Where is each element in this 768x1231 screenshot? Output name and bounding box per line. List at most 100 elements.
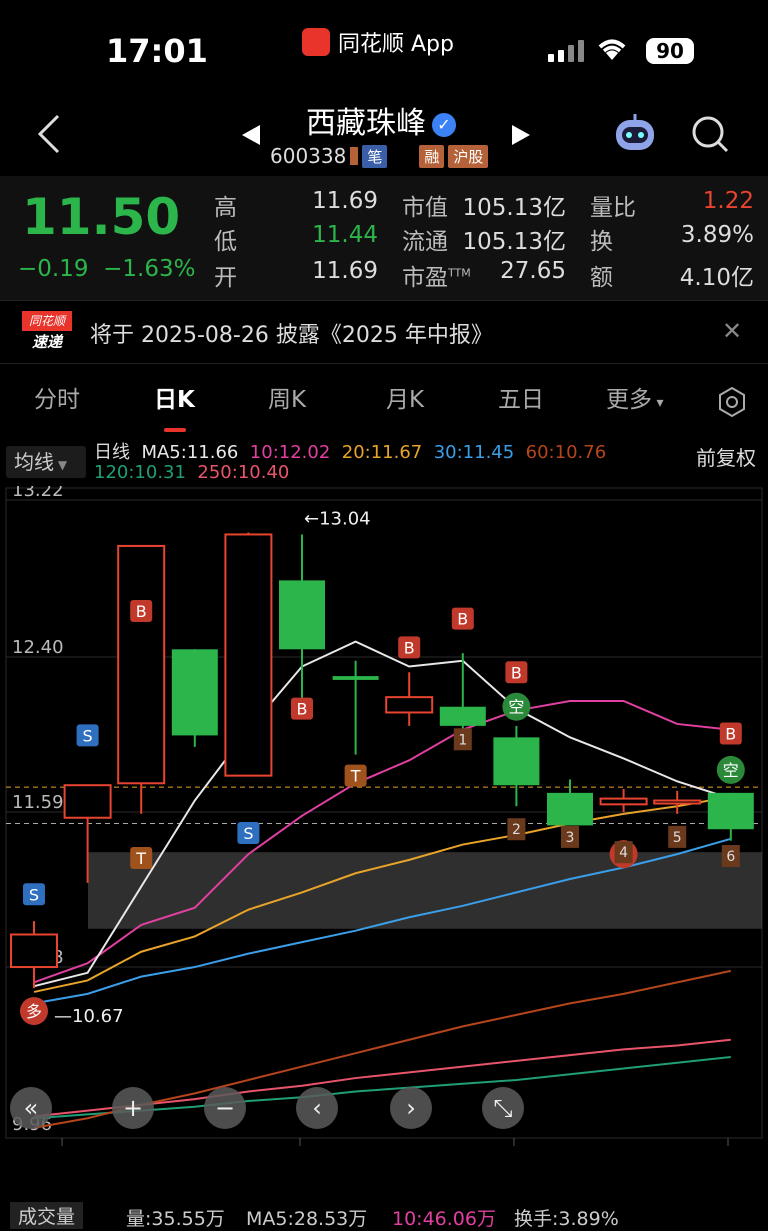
close-icon[interactable]: ✕ (722, 317, 742, 345)
legend-row-2: 120:10.31 250:10.40 (94, 462, 289, 483)
open-label: 开 (214, 265, 237, 291)
count-marker: 1 (458, 732, 467, 748)
tag-hugu: 沪股 (448, 144, 489, 168)
fullscreen-button[interactable]: ⤡ (482, 1087, 524, 1129)
tab-fenshi[interactable]: 分时 (34, 380, 80, 414)
tag-rong: 融 (419, 144, 445, 168)
prev-stock-icon[interactable] (240, 124, 262, 150)
candle-body (332, 676, 379, 680)
tab-month-k[interactable]: 月K (386, 380, 424, 414)
volume-value: 量:35.55万 (126, 1208, 225, 1230)
low-label: 低 (214, 229, 237, 255)
next-stock-icon[interactable] (510, 124, 532, 150)
pe-value: 27.65 (500, 258, 566, 284)
count-marker: 2 (512, 822, 521, 838)
turnover-value: 3.89% (680, 222, 754, 248)
notice-logo: 同花顺 速递 (22, 311, 72, 353)
stock-name: 西藏珠峰 (306, 106, 426, 141)
active-tab-indicator (164, 428, 186, 432)
step-right-button[interactable]: › (390, 1087, 432, 1129)
turnover-label: 换 (590, 229, 613, 255)
buy-signal-icon: B (511, 663, 522, 682)
zoom-out-button[interactable]: − (204, 1087, 246, 1129)
candle-body (493, 737, 540, 786)
volume-selector[interactable]: 成交量 (10, 1202, 84, 1229)
mcap-value: 105.13亿 (462, 195, 566, 221)
tab-day-k[interactable]: 日K (154, 380, 195, 414)
kong-signal-icon: 空 (508, 698, 524, 717)
candle-body (385, 696, 434, 714)
kline-chart[interactable]: 13.2212.4011.5910.789.96←13.04—10.67BBBB… (0, 486, 768, 1146)
tab-five-day[interactable]: 五日 (498, 380, 544, 414)
legend-ma5: MA5:11.66 (141, 442, 239, 463)
y-tick-label: 11.59 (12, 792, 64, 813)
candle-body (117, 544, 166, 785)
legend-ma250: 250:10.40 (197, 462, 290, 483)
count-marker: 4 (619, 845, 628, 861)
ma-selector-label: 均线 (14, 450, 54, 474)
high-label: 高 (214, 195, 237, 221)
fast-back-button[interactable]: « (10, 1087, 52, 1129)
count-marker: 5 (673, 830, 682, 846)
stock-title: 西藏珠峰 ✓ (306, 98, 456, 142)
float-label: 流通 (402, 229, 448, 255)
ma-selector-caret-icon: ▼ (54, 458, 68, 472)
amount-label: 额 (590, 265, 613, 291)
status-time: 17:01 (106, 32, 208, 70)
buy-signal-icon: B (457, 610, 468, 629)
y-tick-label: 12.40 (12, 637, 64, 658)
legend-ma60: 60:10.76 (525, 442, 607, 463)
stock-code: 600338 (270, 144, 347, 168)
volume-ma5: MA5:28.53万 (246, 1208, 368, 1230)
y-tick-label: 13.22 (12, 486, 64, 501)
candle-body (547, 792, 593, 826)
candle-body (224, 533, 273, 777)
volume-ma10: 10:46.06万 (392, 1208, 496, 1230)
pe-sup: TTM (448, 266, 471, 280)
t-signal-icon: T (135, 849, 146, 868)
notice-logo-top: 同花顺 (22, 311, 72, 331)
notice-bar[interactable]: 同花顺 速递 将于 2025-08-26 披露《2025 年中报》 ✕ (0, 300, 768, 364)
last-price: 11.50 (22, 188, 181, 246)
candle-body (439, 706, 486, 726)
verified-icon: ✓ (432, 112, 456, 137)
notice-logo-bottom: 速递 (31, 333, 62, 351)
status-app-name: 同花顺 App (338, 32, 454, 57)
ma-selector[interactable]: 均线 ▼ (6, 446, 86, 478)
back-icon[interactable] (36, 112, 62, 160)
period-tabs: 分时 日K 周K 月K 五日 更多 ▾ (0, 380, 768, 432)
zoom-in-button[interactable]: + (112, 1087, 154, 1129)
buy-signal-icon: B (725, 725, 736, 744)
marker-icon (350, 147, 359, 165)
candle-body (10, 933, 58, 969)
step-left-button[interactable]: ‹ (296, 1087, 338, 1129)
battery-indicator: 90 (646, 38, 694, 64)
status-app-indicator[interactable]: 同花顺 App (302, 26, 454, 58)
stock-code-row: 600338 笔 融 沪股 (270, 144, 489, 168)
tab-more[interactable]: 更多 ▾ (606, 380, 663, 414)
legend-ma30: 30:11.45 (433, 442, 515, 463)
search-icon[interactable] (690, 114, 730, 158)
float-value: 105.13亿 (462, 229, 566, 255)
pe-label: 市盈TTM (402, 258, 471, 292)
caret-down-icon: ▾ (652, 395, 664, 411)
high-value: 11.69 (312, 188, 378, 214)
app-logo-icon (302, 28, 330, 56)
candle-body (63, 784, 112, 819)
volume-ratio-value: 1.22 (702, 188, 754, 214)
tab-week-k[interactable]: 周K (268, 380, 306, 414)
legend-row-1: 日线 MA5:11.66 10:12.02 20:11.67 30:11.45 … (94, 438, 606, 464)
volume-turnover: 换手:3.89% (514, 1208, 619, 1230)
amount-value: 4.10亿 (679, 265, 754, 291)
change-percent: −1.63% (103, 256, 196, 282)
adjust-mode[interactable]: 前复权 (696, 442, 756, 471)
volume-ratio-label: 量比 (590, 195, 636, 221)
pe-label-text: 市盈 (402, 265, 448, 291)
change-value: −0.19 (18, 256, 89, 282)
buy-signal-icon: B (297, 700, 308, 719)
candle-body (599, 797, 648, 806)
chart-settings-icon[interactable] (716, 386, 748, 424)
robot-assistant-icon[interactable] (612, 112, 658, 158)
duo-signal-icon: 多 (26, 1002, 42, 1021)
buy-signal-icon: B (136, 602, 147, 621)
